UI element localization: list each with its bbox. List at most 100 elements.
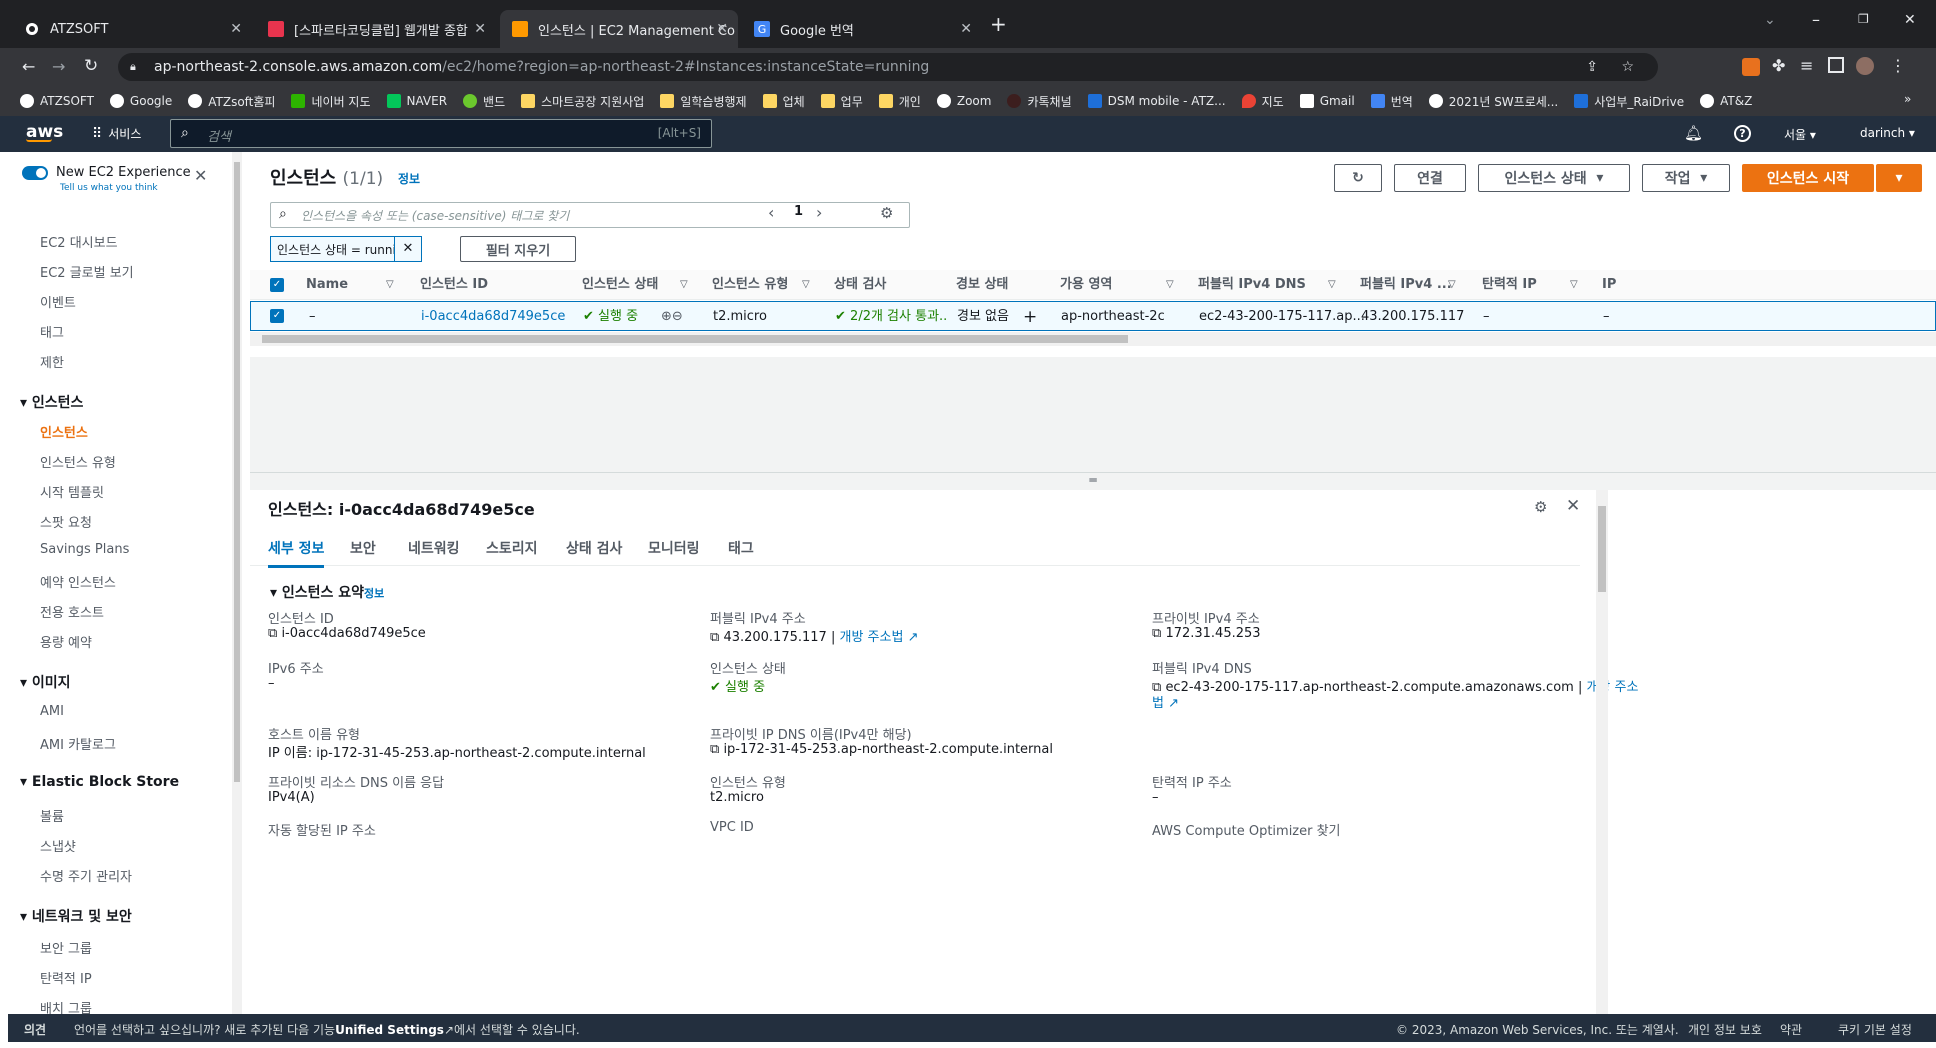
bookmark[interactable]: 밴드 <box>463 93 505 110</box>
bookmark-folder[interactable]: 업체 <box>762 93 805 110</box>
profile-avatar[interactable] <box>1856 57 1874 75</box>
new-experience-toggle[interactable] <box>22 166 48 180</box>
help-icon[interactable]: ? <box>1734 125 1751 142</box>
summary-info-link[interactable]: 정보 <box>364 585 384 601</box>
tab-details[interactable]: 세부 정보 <box>268 532 325 568</box>
sort-icon[interactable]: ▽ <box>802 270 810 300</box>
launch-dropdown-button[interactable]: ▾ <box>1876 164 1922 192</box>
sidebar-item-events[interactable]: 이벤트 <box>40 292 76 311</box>
reload-icon[interactable]: ↻ <box>84 56 98 76</box>
sidebar-item-limits[interactable]: 제한 <box>40 352 64 371</box>
bookmark[interactable]: NAVER <box>386 94 447 108</box>
sort-icon[interactable]: ▽ <box>1166 270 1174 300</box>
bookmark[interactable]: ATZSOFT <box>20 94 94 108</box>
aws-search-input[interactable]: ⌕ 검색 [Alt+S] <box>170 119 712 148</box>
page-number[interactable]: 1 <box>794 204 803 219</box>
tab-tags[interactable]: 태그 <box>728 532 754 566</box>
tab-security[interactable]: 보안 <box>350 532 376 566</box>
services-menu[interactable]: ⠿ 서비스 <box>92 125 141 142</box>
instance-filter-input[interactable]: ⌕ 인스턴스을 속성 또는 (case-sensitive) 태그로 찾기 <box>270 202 910 228</box>
sidebar-item-snapshots[interactable]: 스냅샷 <box>40 836 76 855</box>
column-header-name[interactable]: Name <box>306 270 348 300</box>
bookmark[interactable]: Google <box>109 94 172 108</box>
restore-icon[interactable]: ❐ <box>1858 12 1869 26</box>
forward-icon[interactable]: → <box>52 57 65 76</box>
bookmark-folder[interactable]: 업무 <box>820 93 863 110</box>
copy-icon[interactable]: ⧉ <box>268 626 277 641</box>
sort-icon[interactable]: ▽ <box>1570 270 1578 300</box>
bookmark-folder[interactable]: 개인 <box>878 93 921 110</box>
bookmark[interactable]: 지도 <box>1241 93 1284 110</box>
sidebar-item-security-groups[interactable]: 보안 그룹 <box>40 938 92 957</box>
aws-logo[interactable]: aws <box>26 122 63 142</box>
bell-icon[interactable]: 🔔︎ <box>1684 124 1703 142</box>
sidebar-item-placement[interactable]: 배치 그룹 <box>40 998 92 1014</box>
sort-icon[interactable]: ▽ <box>1448 270 1456 300</box>
sidebar-item-spot-requests[interactable]: 스팟 요청 <box>40 512 92 531</box>
column-header-state[interactable]: 인스턴스 상태 <box>582 270 658 300</box>
external-link-icon[interactable]: ↗ <box>1168 696 1179 711</box>
reading-list-icon[interactable]: ≡ <box>1800 56 1813 75</box>
share-icon[interactable]: ⇪ <box>1586 53 1598 81</box>
sidebar-item-ami[interactable]: AMI <box>40 704 64 719</box>
terms-link[interactable]: 약관 <box>1780 1021 1802 1038</box>
side-panel-icon[interactable] <box>1828 57 1844 73</box>
column-header-public-dns[interactable]: 퍼블릭 IPv4 DNS <box>1198 270 1306 300</box>
bookmark[interactable]: Gmail <box>1299 94 1355 108</box>
detail-scrollbar[interactable] <box>1596 490 1608 1014</box>
pagination-next-icon[interactable]: › <box>816 203 822 222</box>
sidebar-item-capacity[interactable]: 용량 예약 <box>40 632 92 651</box>
copy-icon[interactable]: ⧉ <box>710 742 719 757</box>
sidebar-scrollbar[interactable] <box>232 152 242 1014</box>
open-address-link[interactable]: 개방 주소법 <box>839 630 903 645</box>
region-selector[interactable]: 서울 ▾ <box>1784 126 1816 143</box>
row-checkbox[interactable]: ✓ <box>270 309 284 323</box>
bookmark[interactable]: 네이버 지도 <box>291 93 371 110</box>
section-ebs[interactable]: ▾ Elastic Block Store <box>20 774 179 790</box>
sidebar-item-dedicated-hosts[interactable]: 전용 호스트 <box>40 602 104 621</box>
minimize-icon[interactable]: – <box>1812 10 1820 29</box>
bookmark-star-icon[interactable]: ☆ <box>1621 53 1634 81</box>
column-header-id[interactable]: 인스턴스 ID <box>420 270 488 300</box>
tab-search-icon[interactable]: ⌄ <box>1764 12 1776 28</box>
sidebar-item-savings-plans[interactable]: Savings Plans <box>40 542 129 557</box>
tab-networking[interactable]: 네트워킹 <box>408 532 460 566</box>
tab-status-checks[interactable]: 상태 검사 <box>566 532 622 566</box>
launch-instances-button[interactable]: 인스턴스 시작 <box>1742 164 1874 192</box>
bookmark[interactable]: Zoom <box>936 94 991 108</box>
table-row[interactable]: ✓ – i-0acc4da68d749e5ce ✔ 실행 중 ⊕⊖ t2.mic… <box>250 301 1936 331</box>
browser-tab[interactable]: ATZSOFT ✕ <box>12 10 252 48</box>
back-icon[interactable]: ← <box>22 57 35 76</box>
browser-tab[interactable]: G Google 번역 ✕ <box>742 10 982 48</box>
bookmark[interactable]: 번역 <box>1370 93 1413 110</box>
close-tab-icon[interactable]: ✕ <box>960 21 972 37</box>
close-tab-icon[interactable]: ✕ <box>230 21 242 37</box>
sidebar-item-ami-catalog[interactable]: AMI 카탈로그 <box>40 734 116 753</box>
select-all-checkbox[interactable]: ✓ <box>270 278 284 292</box>
section-network[interactable]: ▾ 네트워크 및 보안 <box>20 906 132 926</box>
instance-state-button[interactable]: 인스턴스 상태 ▾ <box>1478 164 1630 192</box>
tab-monitoring[interactable]: 모니터링 <box>648 532 700 566</box>
sidebar-item-instances[interactable]: 인스턴스 <box>40 422 88 441</box>
browser-tab[interactable]: [스파르타코딩클럽] 웹개발 종합 ✕ <box>256 10 496 48</box>
section-instances[interactable]: ▾ 인스턴스 <box>20 392 83 412</box>
close-sidebar-icon[interactable]: ✕ <box>194 166 207 185</box>
sidebar-item-lifecycle[interactable]: 수명 주기 관리자 <box>40 866 132 885</box>
bookmark[interactable]: 2021년 SW프로세... <box>1428 93 1558 110</box>
remove-filter-icon[interactable]: ✕ <box>395 237 421 261</box>
detail-settings-gear-icon[interactable]: ⚙ <box>1534 498 1547 516</box>
column-header-az[interactable]: 가용 영역 <box>1060 270 1112 300</box>
extension-icon[interactable] <box>1742 58 1760 76</box>
close-window-icon[interactable]: ✕ <box>1904 12 1916 28</box>
tab-storage[interactable]: 스토리지 <box>486 532 538 566</box>
browser-menu-icon[interactable]: ⋮ <box>1890 56 1906 75</box>
bookmark[interactable]: 카톡채널 <box>1007 93 1072 110</box>
column-header-elastic-ip[interactable]: 탄력적 IP <box>1482 270 1537 300</box>
connect-button[interactable]: 연결 <box>1394 164 1466 192</box>
browser-tab-active[interactable]: 인스턴스 | EC2 Management Co ✕ <box>500 10 738 48</box>
account-menu[interactable]: darinch ▾ <box>1860 126 1915 140</box>
sidebar-item-global-view[interactable]: EC2 글로벌 보기 <box>40 262 134 281</box>
copy-icon[interactable]: ⧉ <box>1152 626 1161 641</box>
external-link-icon[interactable]: ↗ <box>908 630 919 645</box>
sidebar-item-reserved[interactable]: 예약 인스턴스 <box>40 572 116 591</box>
